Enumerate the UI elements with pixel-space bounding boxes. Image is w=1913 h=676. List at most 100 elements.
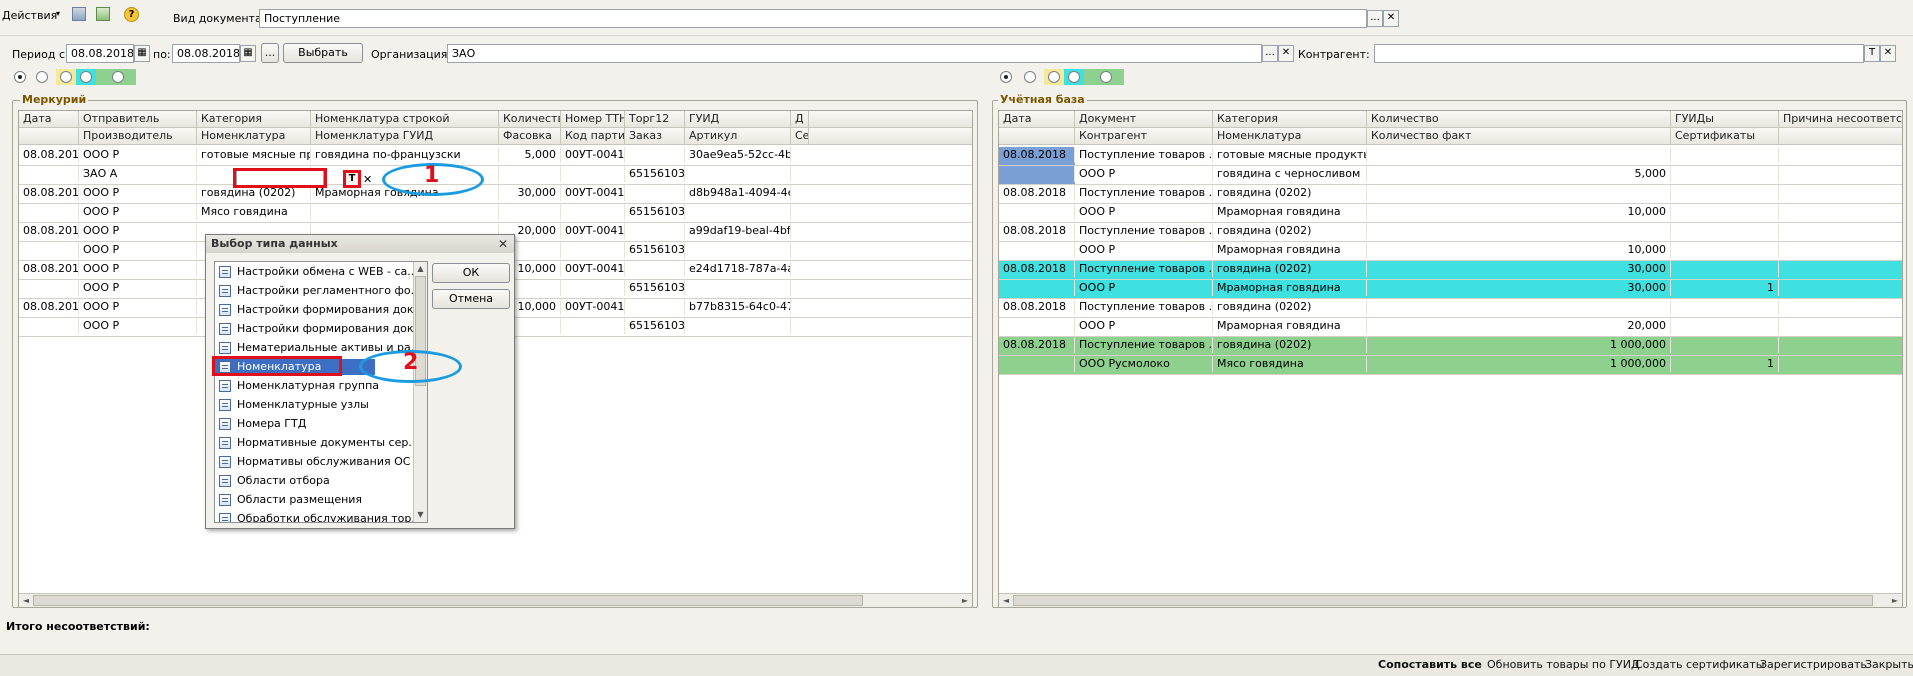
table-cell[interactable]: 08.08.2018: [19, 223, 79, 239]
table-cell[interactable]: 00УТ-004191: [561, 185, 625, 201]
column-header[interactable]: Торг12: [625, 111, 685, 128]
type-list-item[interactable]: Номера ГТД: [215, 416, 375, 432]
table-cell[interactable]: 08.08.2018: [19, 261, 79, 277]
doc-type-field[interactable]: Поступление: [259, 9, 1367, 28]
calendar-icon[interactable]: ▦: [240, 45, 256, 62]
table-cell[interactable]: [1779, 185, 1902, 201]
table-cell[interactable]: Мраморная говядина: [1213, 318, 1367, 334]
close-button[interactable]: Закрыть: [1865, 658, 1913, 671]
column-header[interactable]: Причина несоответствия: [1779, 111, 1902, 128]
column-header[interactable]: Номенклатура: [197, 128, 311, 145]
table-cell[interactable]: [19, 280, 79, 296]
table-cell[interactable]: ООО Р: [1075, 280, 1213, 296]
filter-all-radio[interactable]: [1000, 71, 1012, 83]
clear-icon[interactable]: ✕: [1383, 10, 1399, 27]
type-list-item[interactable]: Настройки обмена с WEB - са...: [215, 264, 418, 280]
scroll-right-icon[interactable]: ►: [958, 594, 972, 607]
table-cell[interactable]: ООО Р: [79, 242, 197, 258]
chevron-down-icon[interactable]: ▾: [56, 9, 60, 18]
table-cell[interactable]: Мясо говядина: [197, 204, 311, 220]
table-cell[interactable]: [1779, 204, 1902, 220]
table-cell[interactable]: 30,000: [1367, 280, 1671, 296]
table-cell[interactable]: говядина (0202): [1213, 299, 1367, 315]
table-cell[interactable]: [1367, 185, 1671, 201]
table-cell[interactable]: [1671, 185, 1779, 201]
table-cell[interactable]: 00УТ-004190: [561, 223, 625, 239]
filter-white-radio[interactable]: [1024, 71, 1036, 83]
table-cell[interactable]: [685, 280, 791, 296]
calendar-icon[interactable]: ▦: [134, 45, 150, 62]
table-cell[interactable]: 10,000: [1367, 242, 1671, 258]
column-header[interactable]: Артикул: [685, 128, 791, 145]
match-all-button[interactable]: Сопоставить все: [1378, 658, 1482, 671]
column-header[interactable]: [1779, 128, 1902, 145]
table-cell[interactable]: ООО Р: [79, 280, 197, 296]
table-cell[interactable]: 08.08.2018: [19, 185, 79, 201]
table-cell[interactable]: [1367, 299, 1671, 315]
column-header[interactable]: Производитель: [79, 128, 197, 145]
column-header[interactable]: Номенклатура ГУИД: [311, 128, 499, 145]
table-cell[interactable]: 65156103: [625, 166, 685, 182]
table-cell[interactable]: говядина (0202): [1213, 223, 1367, 239]
register-button[interactable]: Зарегистрировать: [1760, 658, 1867, 671]
filter-green-radio[interactable]: [1100, 71, 1112, 83]
scroll-up-icon[interactable]: ▲: [414, 262, 427, 276]
table-cell[interactable]: [499, 204, 561, 220]
table-cell[interactable]: Мясо говядина: [1213, 356, 1367, 372]
table-cell[interactable]: ООО Русмолоко: [1075, 356, 1213, 372]
type-list-item[interactable]: Настройки формирования док...: [215, 302, 424, 318]
table-cell[interactable]: 08.08.2018: [999, 299, 1075, 315]
table-cell[interactable]: ООО Р: [79, 299, 197, 315]
table-cell[interactable]: [499, 166, 561, 182]
table-cell[interactable]: говядина (0202): [1213, 261, 1367, 277]
table-cell[interactable]: [19, 242, 79, 258]
table-cell[interactable]: [1779, 261, 1902, 277]
table-cell[interactable]: [625, 185, 685, 201]
table-cell[interactable]: Поступление товаров ...: [1075, 299, 1213, 315]
table-cell[interactable]: [1779, 280, 1902, 296]
table-cell[interactable]: [1671, 147, 1779, 163]
table-cell[interactable]: 1 000,000: [1367, 337, 1671, 353]
type-list-item[interactable]: Нормативные документы сер...: [215, 435, 419, 451]
table-cell[interactable]: 08.08.2018: [999, 223, 1075, 239]
table-cell[interactable]: 00УТ-004192: [561, 147, 625, 163]
table-cell[interactable]: Поступление товаров ...: [1075, 261, 1213, 277]
table-cell[interactable]: [999, 356, 1075, 372]
org-field[interactable]: ЗАО: [447, 44, 1262, 63]
scroll-right-icon[interactable]: ►: [1888, 594, 1902, 607]
scroll-left-icon[interactable]: ◄: [19, 594, 33, 607]
table-cell[interactable]: [999, 318, 1075, 334]
column-header[interactable]: Номер ТТН: [561, 111, 625, 128]
column-header[interactable]: Фасовка: [499, 128, 561, 145]
table-cell[interactable]: [999, 280, 1075, 296]
table-cell[interactable]: 00УТ-004188: [561, 299, 625, 315]
scrollbar-thumb[interactable]: [33, 595, 863, 606]
table-cell[interactable]: [561, 166, 625, 182]
column-header[interactable]: ГУИДы: [1671, 111, 1779, 128]
period-ellipsis-button[interactable]: ...: [261, 43, 279, 63]
table-cell[interactable]: 30,000: [1367, 261, 1671, 277]
table-cell[interactable]: ООО Р: [1075, 166, 1213, 182]
filter-white-radio[interactable]: [36, 71, 48, 83]
type-list-item[interactable]: Номенклатурные узлы: [215, 397, 375, 413]
table-cell[interactable]: ООО Р: [79, 223, 197, 239]
table-cell[interactable]: [1367, 223, 1671, 239]
scroll-left-icon[interactable]: ◄: [999, 594, 1013, 607]
table-cell[interactable]: [1671, 337, 1779, 353]
table-cell[interactable]: ЗАО А: [79, 166, 197, 182]
table-cell[interactable]: ООО Р: [1075, 318, 1213, 334]
column-header[interactable]: Дата: [19, 111, 79, 128]
column-header[interactable]: Количество факт: [1367, 128, 1671, 145]
column-header[interactable]: Дата: [999, 111, 1075, 128]
column-header[interactable]: Сертификаты: [1671, 128, 1779, 145]
table-cell[interactable]: a99daf19-beal-4bf3-a4...: [685, 223, 791, 239]
select-button[interactable]: Выбрать: [283, 43, 363, 63]
scrollbar-thumb[interactable]: [1013, 595, 1873, 606]
select-ellipsis-button[interactable]: ...: [1262, 45, 1278, 62]
table-cell[interactable]: [685, 166, 791, 182]
table-cell[interactable]: [685, 242, 791, 258]
table-cell[interactable]: [1671, 204, 1779, 220]
table-cell[interactable]: [1671, 166, 1779, 182]
table-cell[interactable]: [625, 147, 685, 163]
column-header[interactable]: [999, 128, 1075, 145]
